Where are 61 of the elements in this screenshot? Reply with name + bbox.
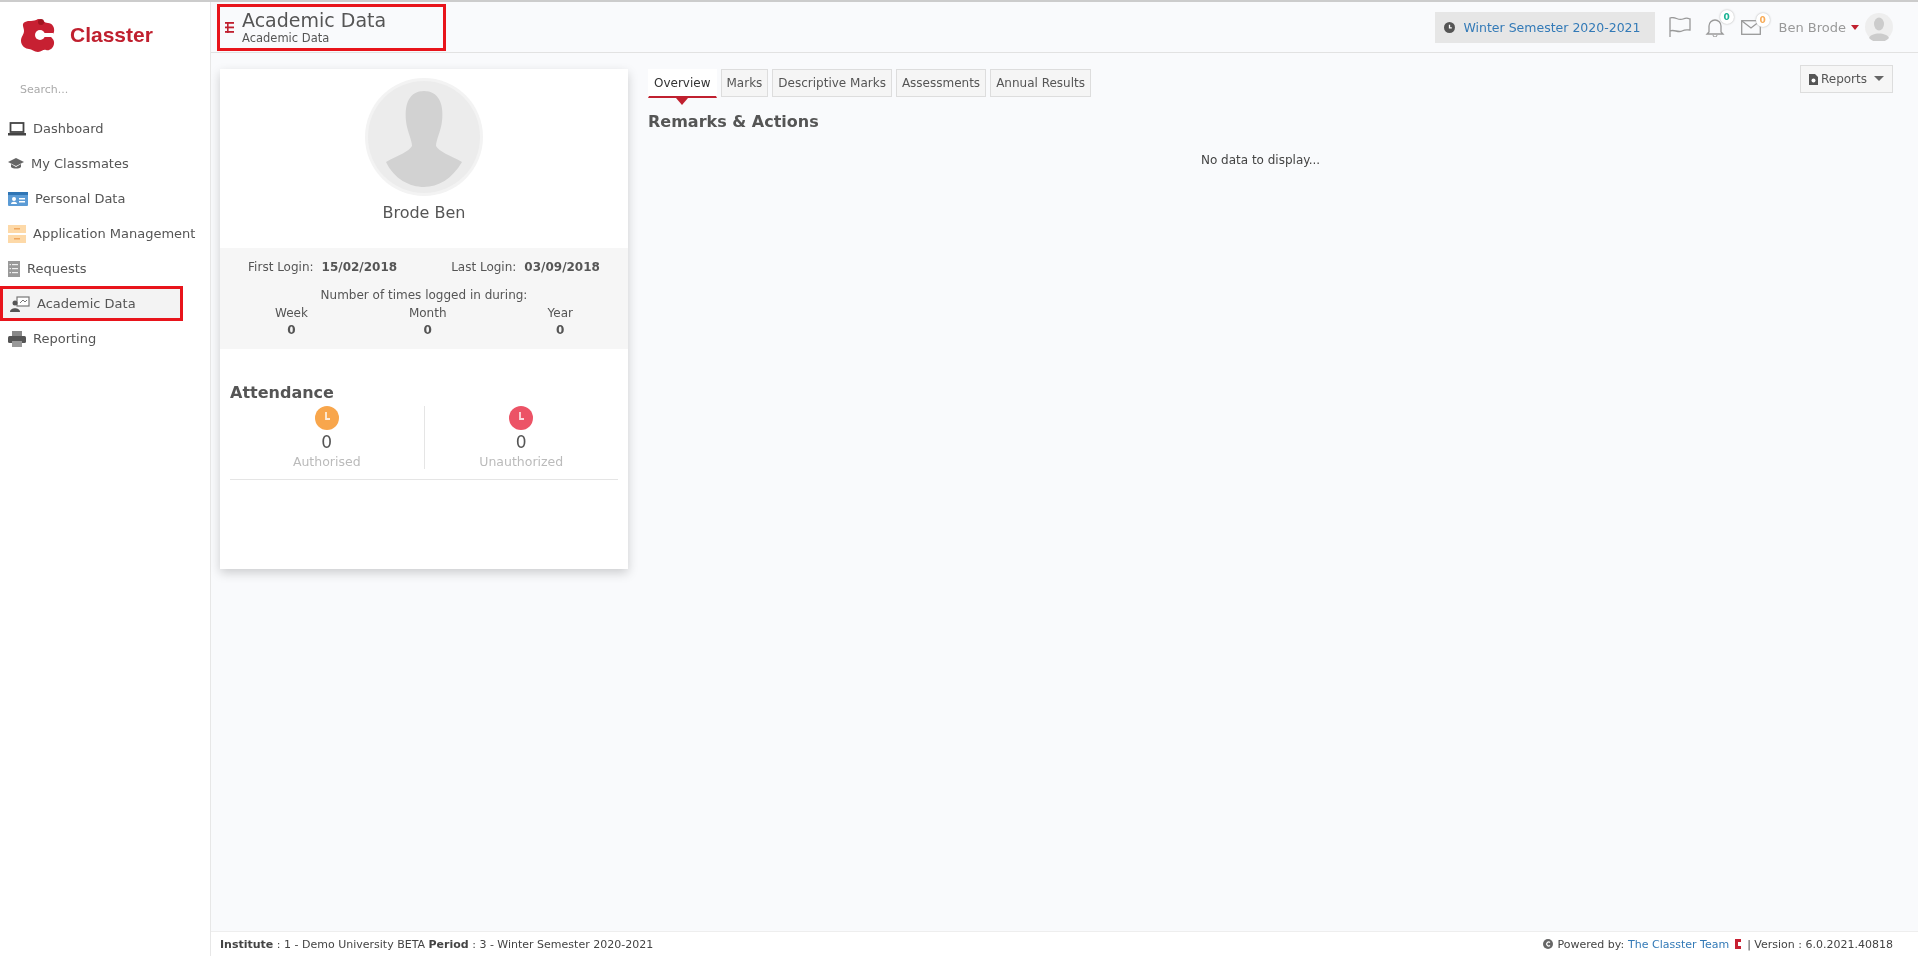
graduation-cap-icon <box>8 157 24 170</box>
sidebar-item[interactable]: Application Management <box>0 216 210 251</box>
sidebar-item[interactable]: Personal Data <box>0 181 210 216</box>
menu-icon[interactable] <box>225 21 234 33</box>
sidebar-item[interactable]: Academic Data <box>0 286 183 321</box>
count-badge: 0 <box>1719 10 1734 24</box>
last-login-text: Last Login: 03/09/2018 <box>451 260 600 274</box>
logo-icon <box>20 17 56 53</box>
period-label: Week <box>275 306 308 320</box>
tab[interactable]: Marks <box>720 69 769 97</box>
bell-icon[interactable] <box>1704 17 1725 37</box>
caret-icon[interactable] <box>1851 24 1859 30</box>
sidebar-item[interactable]: Reporting <box>0 321 210 356</box>
sidebar-item[interactable]: My Classmates <box>0 146 210 181</box>
attendance-label: Unauthorized <box>479 454 564 469</box>
first-login-text: First Login: 15/02/2018 <box>248 260 398 274</box>
section-title: Remarks & Actions <box>648 112 820 131</box>
id-card-icon <box>8 191 28 206</box>
login-count: 0 <box>556 323 565 337</box>
period-label: Year <box>547 306 573 320</box>
checklist-icon <box>8 260 20 277</box>
avatar-icon[interactable] <box>1865 13 1893 41</box>
team-link[interactable]: The Classter Team <box>1628 937 1730 951</box>
presenter-board-icon <box>10 295 30 312</box>
version-text: | Version : 6.0.2021.40818 <box>1747 937 1893 951</box>
tab[interactable]: Annual Results <box>990 69 1091 97</box>
envelope-icon[interactable] <box>1740 19 1761 35</box>
attendance-count: 0 <box>515 432 527 452</box>
breadcrumb: Academic Data <box>242 31 331 45</box>
period-label: Month <box>408 306 447 320</box>
printer-icon <box>8 330 26 347</box>
search-field[interactable]: Search... <box>18 82 172 97</box>
logo-icon <box>1733 938 1744 950</box>
laptop-icon <box>8 121 26 136</box>
folder-tray-icon <box>8 224 26 243</box>
empty-message: No data to display... <box>1200 153 1321 167</box>
flag-icon[interactable] <box>1668 17 1691 37</box>
tab[interactable]: Assessments <box>895 69 987 97</box>
avatar-silhouette-icon <box>364 77 484 197</box>
logins-caption: Number of times logged in during: <box>320 288 528 302</box>
clock-icon <box>1444 21 1456 33</box>
student-name: Brode Ben <box>382 203 466 222</box>
login-count: 0 <box>423 323 432 337</box>
tab[interactable]: Descriptive Marks <box>772 69 892 97</box>
attendance-count: 0 <box>321 432 333 452</box>
document-icon <box>1808 73 1818 85</box>
footer-info: Institute : 1 - Demo University BETA Period : 3 - Winter Semester 2020-2021 <box>220 937 654 951</box>
powered-by-text: Powered by: <box>1557 937 1625 951</box>
caret-icon <box>1874 76 1884 82</box>
brand-name: Classter <box>70 23 153 47</box>
sidebar-item[interactable]: Dashboard <box>0 111 210 146</box>
count-badge: 0 <box>1755 12 1770 27</box>
pointer-icon <box>676 98 689 105</box>
page-title: Academic Data <box>242 9 387 31</box>
attendance-label: Authorised <box>292 454 361 469</box>
semester-selector[interactable]: Winter Semester 2020-2021 <box>1435 11 1655 43</box>
login-count: 0 <box>287 323 296 337</box>
attendance-title: Attendance <box>230 383 335 402</box>
copyright-icon <box>1543 939 1554 949</box>
sidebar-item[interactable]: Requests <box>0 251 210 286</box>
reports-button[interactable]: Reports <box>1799 65 1893 93</box>
